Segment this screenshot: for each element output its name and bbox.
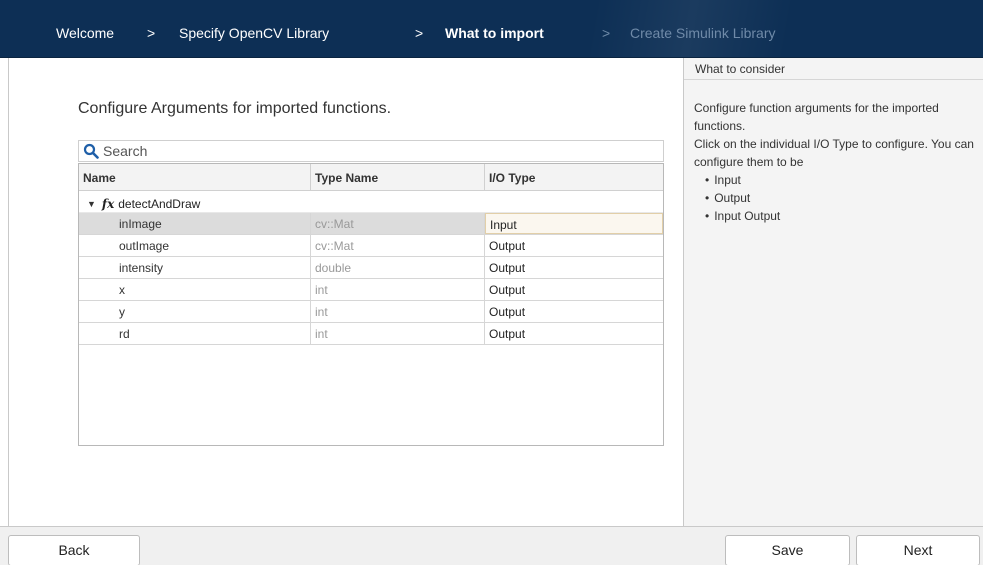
help-text-2: Click on the individual I/O Type to conf… bbox=[694, 137, 974, 169]
expand-triangle-icon[interactable]: ▼ bbox=[87, 199, 96, 209]
breadcrumb-separator: > bbox=[147, 25, 156, 41]
breadcrumb-welcome[interactable]: Welcome bbox=[56, 25, 114, 41]
column-header-name[interactable]: Name bbox=[79, 164, 311, 190]
help-panel-body: Configure function arguments for the imp… bbox=[684, 80, 983, 225]
arg-type: int bbox=[311, 323, 485, 344]
list-item: Input Output bbox=[705, 207, 975, 225]
wizard-header: Welcome > Specify OpenCV Library > What … bbox=[0, 0, 983, 58]
breadcrumb-separator: > bbox=[415, 25, 424, 41]
breadcrumb-what-to-import[interactable]: What to import bbox=[445, 25, 544, 41]
main-panel: Configure Arguments for imported functio… bbox=[8, 58, 683, 526]
table-row[interactable]: rd int Output bbox=[79, 323, 663, 345]
function-group-row[interactable]: ▼ fx detectAndDraw bbox=[79, 191, 663, 213]
arg-io-type[interactable]: Input bbox=[485, 213, 663, 234]
function-icon: fx bbox=[101, 196, 115, 211]
save-button[interactable]: Save bbox=[725, 535, 850, 565]
arg-type: cv::Mat bbox=[311, 213, 485, 234]
arg-type: double bbox=[311, 257, 485, 278]
page-heading: Configure Arguments for imported functio… bbox=[78, 100, 392, 117]
help-text-1: Configure function arguments for the imp… bbox=[694, 101, 939, 133]
arg-io-type[interactable]: Output bbox=[485, 279, 663, 300]
back-button[interactable]: Back bbox=[8, 535, 140, 565]
arg-io-type[interactable]: Output bbox=[485, 257, 663, 278]
arg-type: int bbox=[311, 279, 485, 300]
list-item: Input bbox=[705, 171, 975, 189]
arguments-table: Name Type Name I/O Type ▼ fx detectAndDr… bbox=[78, 163, 664, 446]
arg-type: int bbox=[311, 301, 485, 322]
table-row[interactable]: y int Output bbox=[79, 301, 663, 323]
arg-io-type[interactable]: Output bbox=[485, 235, 663, 256]
arg-type: cv::Mat bbox=[311, 235, 485, 256]
arg-name: intensity bbox=[79, 257, 311, 278]
footer-bar: Back Save Next bbox=[0, 526, 983, 565]
breadcrumb-create-simulink-library: Create Simulink Library bbox=[630, 25, 776, 41]
arg-io-type[interactable]: Output bbox=[485, 323, 663, 344]
breadcrumb-specify-library[interactable]: Specify OpenCV Library bbox=[179, 25, 329, 41]
next-button[interactable]: Next bbox=[856, 535, 980, 565]
arg-name: y bbox=[79, 301, 311, 322]
arg-name: x bbox=[79, 279, 311, 300]
search-box[interactable] bbox=[78, 140, 664, 162]
arg-name: rd bbox=[79, 323, 311, 344]
list-item: Output bbox=[705, 189, 975, 207]
column-header-type-name[interactable]: Type Name bbox=[311, 164, 485, 190]
search-icon bbox=[83, 143, 99, 159]
help-panel-title: What to consider bbox=[684, 58, 983, 80]
search-input[interactable] bbox=[103, 141, 659, 161]
table-header: Name Type Name I/O Type bbox=[79, 164, 663, 191]
table-row[interactable]: outImage cv::Mat Output bbox=[79, 235, 663, 257]
breadcrumb-separator: > bbox=[602, 25, 611, 41]
arg-name: inImage bbox=[79, 213, 311, 234]
help-panel: What to consider Configure function argu… bbox=[683, 58, 983, 526]
table-row[interactable]: intensity double Output bbox=[79, 257, 663, 279]
table-row[interactable]: inImage cv::Mat Input bbox=[79, 213, 663, 235]
io-options-list: Input Output Input Output bbox=[694, 171, 975, 225]
table-row[interactable]: x int Output bbox=[79, 279, 663, 301]
function-name: detectAndDraw bbox=[118, 196, 201, 211]
arg-io-type[interactable]: Output bbox=[485, 301, 663, 322]
column-header-io-type[interactable]: I/O Type bbox=[485, 164, 663, 190]
arg-name: outImage bbox=[79, 235, 311, 256]
